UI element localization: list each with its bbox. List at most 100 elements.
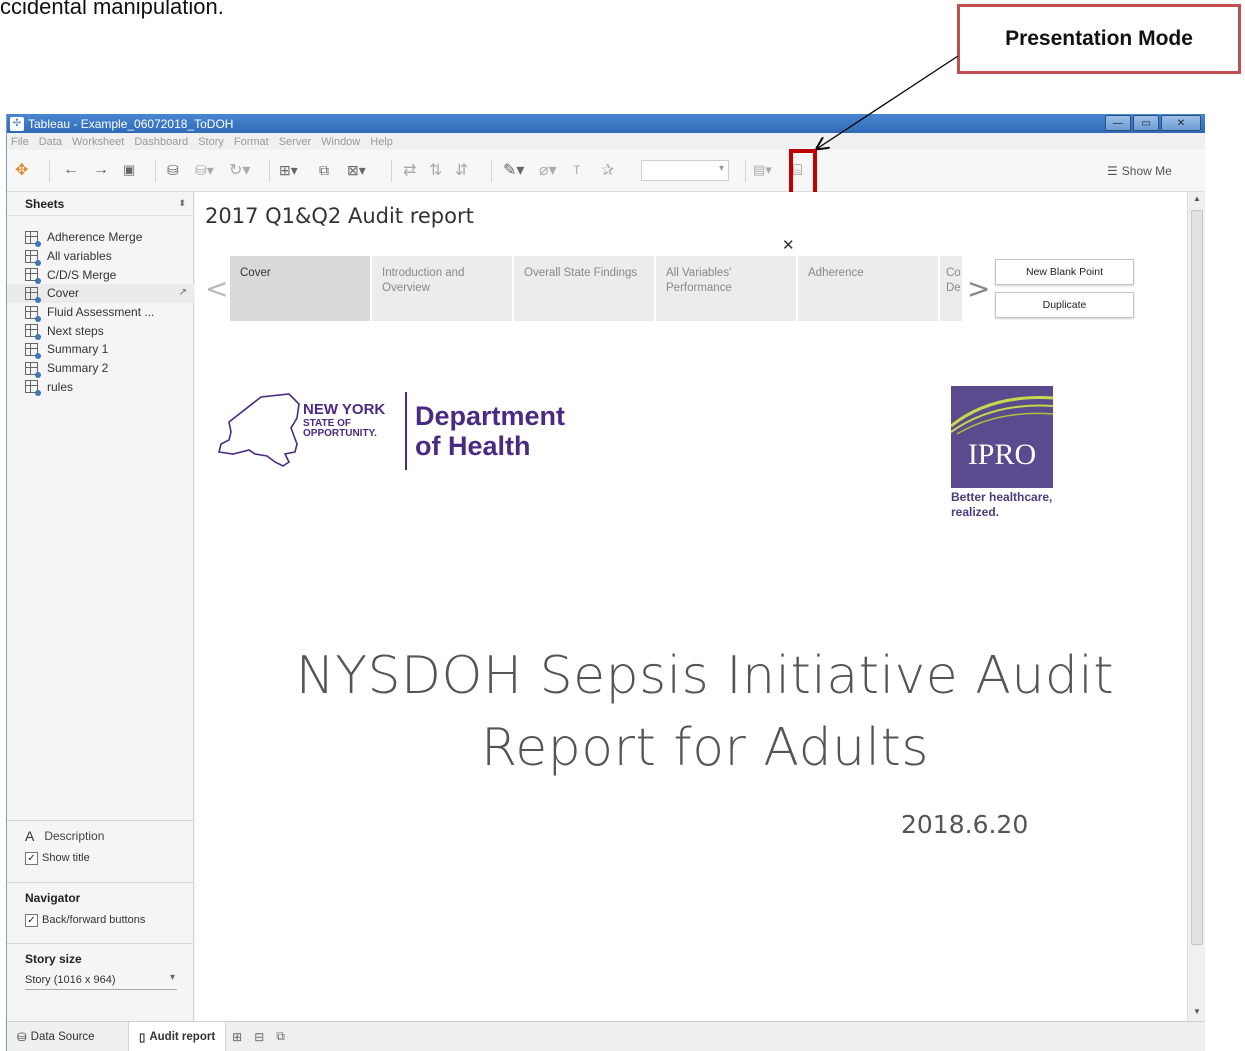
redo-icon[interactable]: → bbox=[93, 158, 109, 182]
close-navigator-icon[interactable]: ✕ bbox=[782, 236, 795, 254]
undo-icon[interactable]: ← bbox=[63, 158, 79, 182]
sheet-label: Fluid Assessment ... bbox=[47, 305, 155, 320]
new-story-tab-icon[interactable]: ⧉ bbox=[270, 1029, 291, 1044]
close-window-button[interactable]: ✕ bbox=[1161, 115, 1201, 131]
highlight-icon[interactable]: ✎▾ bbox=[503, 158, 524, 182]
menu-file[interactable]: File bbox=[11, 136, 29, 148]
worksheet-icon bbox=[25, 342, 41, 359]
new-dashboard-tab-icon[interactable]: ⊟ bbox=[248, 1030, 270, 1044]
ipro-logo: IPRO bbox=[951, 386, 1053, 488]
sort-descending-icon[interactable]: ⇵ bbox=[455, 158, 468, 182]
worksheet-icon bbox=[25, 305, 41, 322]
save-icon[interactable]: ▣ bbox=[123, 158, 135, 182]
chevron-right-icon[interactable]: > bbox=[967, 272, 990, 305]
new-blank-point-button[interactable]: New Blank Point bbox=[995, 259, 1134, 285]
menu-data[interactable]: Data bbox=[39, 136, 62, 148]
new-worksheet-tab-icon[interactable]: ⊞ bbox=[226, 1030, 248, 1044]
toolbar-separator bbox=[49, 160, 50, 182]
scrollbar-thumb[interactable] bbox=[1191, 210, 1203, 945]
new-data-source-icon[interactable]: ⛁ bbox=[167, 158, 179, 182]
sheet-item[interactable]: Summary 1 bbox=[7, 340, 194, 359]
cover-date: 2018.6.20 bbox=[901, 810, 1029, 839]
description-row[interactable]: A Description bbox=[7, 825, 194, 847]
menu-dashboard[interactable]: Dashboard bbox=[134, 136, 188, 148]
swap-icon[interactable]: ⇄ bbox=[403, 158, 416, 182]
toolbar-separator bbox=[269, 160, 270, 182]
sheet-list: Adherence Merge All variables C/D/S Merg… bbox=[7, 228, 194, 397]
tableau-app-icon: ✣ bbox=[10, 116, 24, 131]
refresh-icon[interactable]: ↻▾ bbox=[229, 158, 250, 182]
pause-updates-icon[interactable]: ⛁▾ bbox=[195, 158, 214, 182]
sheet-item[interactable]: rules bbox=[7, 378, 194, 397]
story-tab-label: Audit report bbox=[149, 1030, 216, 1043]
scroll-down-icon[interactable]: ▼ bbox=[1193, 1007, 1201, 1016]
nys-doh-logo: NEW YORK STATE OF OPPORTUNITY. Departmen… bbox=[215, 392, 575, 474]
back-forward-checkbox[interactable]: ✓ Back/forward buttons bbox=[7, 909, 194, 931]
menu-format[interactable]: Format bbox=[234, 136, 269, 148]
title-bar: ✣ Tableau - Example_06072018_ToDOH — ▭ ✕ bbox=[7, 114, 1205, 133]
ipro-swoosh-icon bbox=[951, 396, 1053, 435]
sheets-title: Sheets bbox=[25, 197, 65, 211]
sheet-item[interactable]: Next steps bbox=[7, 321, 194, 341]
story-tab-audit-report[interactable]: ▯ Audit report bbox=[129, 1021, 227, 1051]
description-label: Description bbox=[44, 829, 105, 843]
show-cards-icon[interactable]: ▤▾ bbox=[753, 158, 772, 182]
worksheet-icon bbox=[25, 286, 41, 303]
sheet-item[interactable]: Adherence Merge bbox=[7, 228, 194, 247]
story-point-all-variables[interactable]: All Variables' Performance bbox=[656, 256, 796, 321]
clear-sheet-icon[interactable]: ⊠▾ bbox=[347, 158, 366, 182]
maximize-button[interactable]: ▭ bbox=[1133, 115, 1159, 131]
sheet-label: Cover bbox=[47, 286, 80, 301]
show-title-checkbox[interactable]: ✓ Show title bbox=[7, 847, 194, 869]
menu-help[interactable]: Help bbox=[370, 136, 393, 148]
group-members-icon[interactable]: ⌀▾ bbox=[539, 158, 557, 182]
menu-window[interactable]: Window bbox=[321, 136, 360, 148]
sheet-item[interactable]: Fluid Assessment ... bbox=[7, 303, 194, 322]
sort-arrows-icon[interactable]: ⬍ bbox=[178, 198, 186, 209]
sheet-item[interactable]: Summary 2 bbox=[7, 359, 194, 378]
tableau-logo-icon[interactable]: ✥ bbox=[15, 158, 28, 182]
duplicate-sheet-icon[interactable]: ⧉ bbox=[319, 158, 329, 182]
minimize-button[interactable]: — bbox=[1105, 115, 1131, 131]
worksheet-icon bbox=[25, 230, 41, 247]
data-source-tab[interactable]: ⛁ Data Source bbox=[7, 1021, 129, 1051]
database-icon: ⛁ bbox=[17, 1031, 27, 1044]
menu-server[interactable]: Server bbox=[279, 136, 311, 148]
sort-ascending-icon[interactable]: ⇅ bbox=[429, 158, 442, 182]
story-point-truncated[interactable]: Co De bbox=[940, 256, 962, 321]
new-worksheet-icon[interactable]: ⊞▾ bbox=[279, 158, 298, 182]
story-point-cover[interactable]: Cover bbox=[230, 256, 370, 321]
presentation-mode-callout: Presentation Mode bbox=[957, 4, 1241, 74]
worksheet-icon bbox=[25, 249, 41, 266]
story-title: 2017 Q1&Q2 Audit report bbox=[205, 204, 474, 228]
toolbar-separator bbox=[491, 160, 492, 182]
duplicate-button[interactable]: Duplicate bbox=[995, 292, 1134, 318]
menu-story[interactable]: Story bbox=[198, 136, 224, 148]
show-me-button[interactable]: ☰ Show Me bbox=[1107, 164, 1172, 178]
toolbar-separator bbox=[391, 160, 392, 182]
menu-worksheet[interactable]: Worksheet bbox=[72, 136, 124, 148]
story-point-adherence[interactable]: Adherence bbox=[798, 256, 938, 321]
show-labels-icon[interactable]: T bbox=[573, 158, 580, 182]
sheet-item[interactable]: C/D/S Merge bbox=[7, 265, 194, 285]
vertical-scrollbar[interactable]: ▲ ▼ bbox=[1187, 192, 1205, 1021]
story-points: Cover Introduction and Overview Overall … bbox=[230, 256, 962, 321]
description-section: A Description ✓ Show title bbox=[7, 820, 194, 882]
story-point-overall[interactable]: Overall State Findings bbox=[514, 256, 654, 321]
checkbox-checked-icon: ✓ bbox=[25, 913, 38, 927]
toolbar-separator bbox=[745, 160, 746, 182]
sheet-item[interactable]: All variables bbox=[7, 247, 194, 266]
sheet-label: Next steps bbox=[47, 323, 104, 338]
go-to-sheet-icon[interactable]: ↗ bbox=[179, 287, 187, 298]
sheet-item[interactable]: Cover ↗ bbox=[7, 284, 194, 303]
chevron-left-icon[interactable]: < bbox=[205, 272, 228, 305]
sidebar: Sheets ⬍ Adherence Merge All variables C… bbox=[7, 192, 194, 1021]
story-size-select[interactable]: Story (1016 x 964) bbox=[25, 970, 177, 990]
scroll-up-icon[interactable]: ▲ bbox=[1193, 194, 1201, 203]
fix-axes-icon[interactable]: ✰ bbox=[601, 158, 614, 182]
fit-dropdown[interactable] bbox=[641, 160, 729, 181]
story-point-introduction[interactable]: Introduction and Overview bbox=[372, 256, 512, 321]
ny-line1: NEW YORK bbox=[303, 401, 386, 418]
ipro-tagline: Better healthcare, realized. bbox=[951, 490, 1052, 520]
story-icon: ▯ bbox=[139, 1031, 146, 1044]
